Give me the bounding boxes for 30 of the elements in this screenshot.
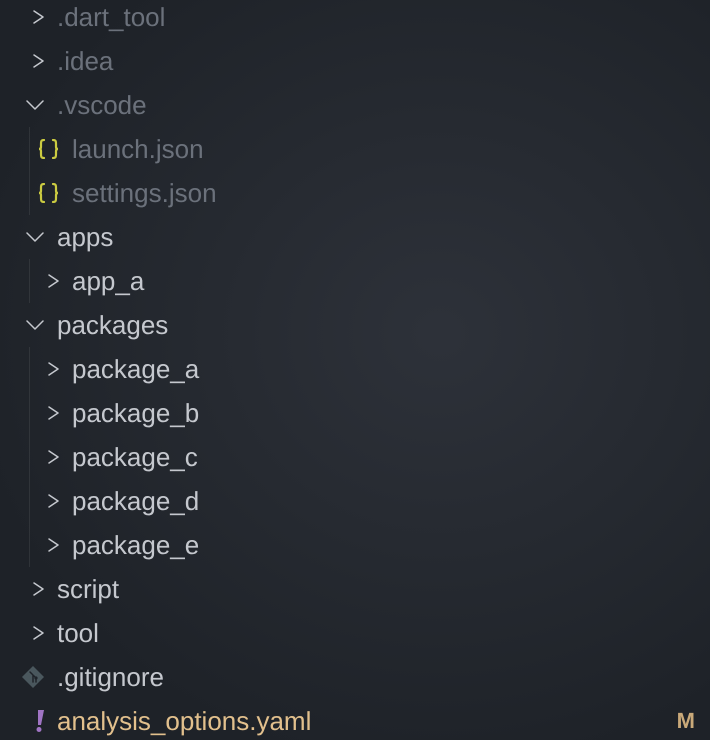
git-status-letter: M bbox=[676, 708, 695, 734]
chevron-right-icon[interactable] bbox=[33, 626, 44, 640]
exclamation-icon bbox=[35, 710, 44, 732]
chevron-down-icon[interactable] bbox=[26, 320, 44, 330]
folder-name[interactable]: package_d bbox=[72, 486, 200, 516]
braces-icon bbox=[38, 139, 59, 159]
file-name[interactable]: .gitignore bbox=[57, 662, 164, 692]
chevron-right-icon[interactable] bbox=[48, 362, 59, 376]
chevron-right-icon[interactable] bbox=[48, 538, 59, 552]
folder-name[interactable]: app_a bbox=[72, 266, 144, 296]
chevron-right-icon[interactable] bbox=[33, 54, 44, 68]
chevron-right-icon[interactable] bbox=[48, 450, 59, 464]
folder-name[interactable]: packages bbox=[57, 310, 168, 340]
diamond-icon bbox=[22, 666, 44, 688]
chevron-right-icon[interactable] bbox=[48, 494, 59, 508]
folder-name[interactable]: package_e bbox=[72, 530, 200, 560]
chevron-down-icon[interactable] bbox=[26, 100, 44, 110]
chevron-right-icon[interactable] bbox=[33, 582, 44, 596]
folder-name[interactable]: package_b bbox=[72, 398, 200, 428]
braces-icon bbox=[38, 183, 59, 203]
folder-name[interactable]: tool bbox=[57, 618, 99, 648]
chevron-right-icon[interactable] bbox=[48, 406, 59, 420]
folder-name[interactable]: script bbox=[57, 574, 120, 604]
chevron-down-icon[interactable] bbox=[26, 232, 44, 242]
file-name[interactable]: analysis_options.yaml bbox=[57, 706, 312, 736]
folder-name[interactable]: package_a bbox=[72, 354, 200, 384]
folder-name[interactable]: package_c bbox=[72, 442, 198, 472]
folder-name[interactable]: apps bbox=[57, 222, 114, 252]
chevron-right-icon[interactable] bbox=[33, 10, 44, 24]
chevron-right-icon[interactable] bbox=[48, 274, 59, 288]
